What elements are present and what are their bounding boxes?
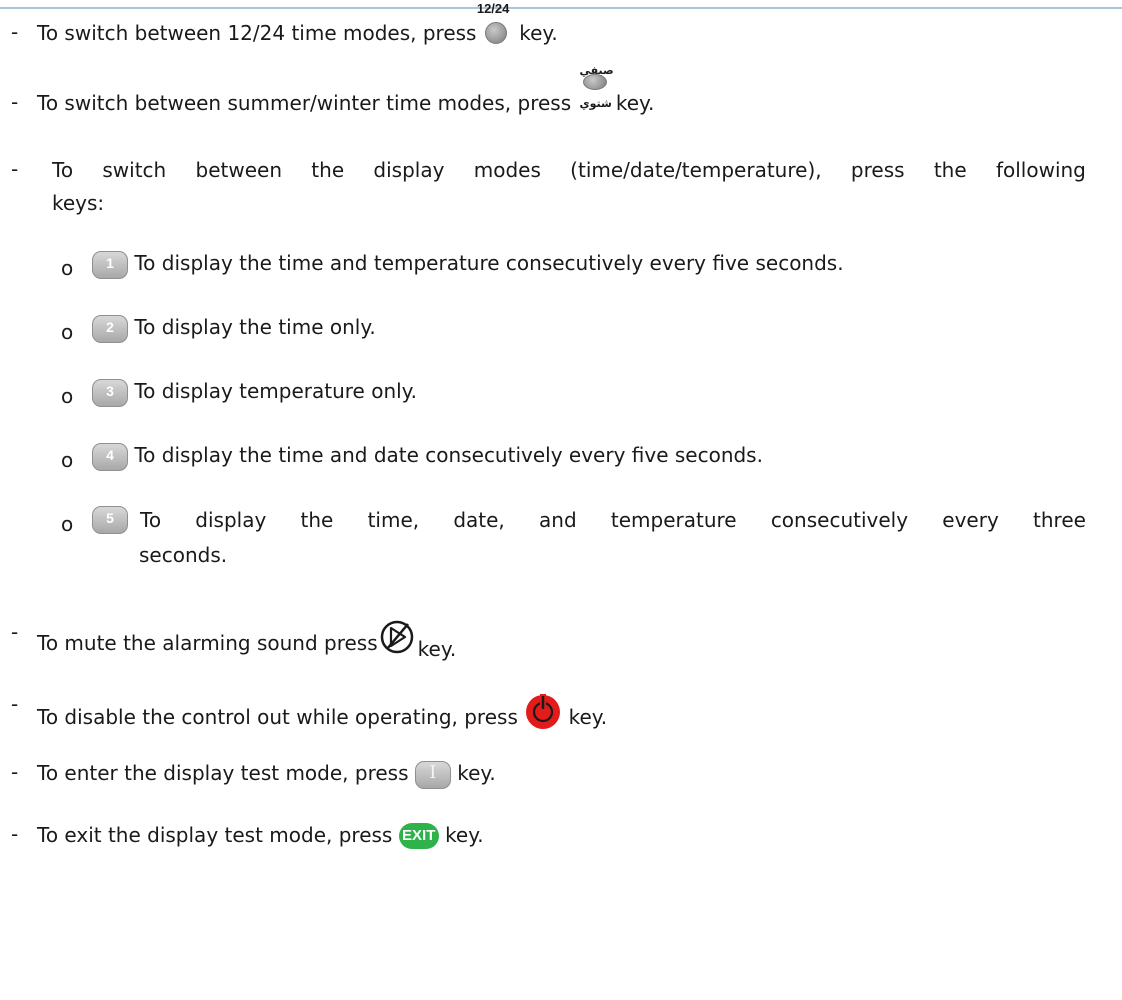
key-1-icon: 1 [92,251,128,279]
instruction-mute: To mute the alarming sound press key. [37,620,456,661]
exit-key-icon: EXIT [398,823,439,849]
instruction-test-exit: To exit the display test mode, press EXI… [37,823,484,849]
key-12-24: 12/24 [477,1,513,44]
key-5-icon: 5 [92,506,128,534]
bullet-dash: - [11,822,19,846]
instruction-disable: To disable the control out while operati… [37,692,607,730]
bullet-dash: - [11,90,19,114]
sub-bullet: o [61,512,74,536]
sub-bullet: o [61,448,74,472]
instruction-summer-winter: To switch between summer/winter time mod… [37,64,654,116]
instruction-display-modes-cont: keys: [52,191,105,215]
sub-item-3: 3 To display temperature only. [92,378,417,407]
sub-item-1: 1 To display the time and temperature co… [92,250,844,279]
power-icon [524,692,562,729]
instruction-test-enter: To enter the display test mode, press I … [37,760,496,789]
sub-item-5-cont: seconds. [139,543,228,567]
sub-item-4: 4 To display the time and date consecuti… [92,442,763,471]
key-12-24-label: 12/24 [476,1,510,16]
key-2-icon: 2 [92,315,128,343]
bullet-dash: - [11,20,19,44]
gray-round-key-icon [484,22,507,44]
sub-item-5: 5 To display the time, date, and tempera… [92,506,1086,534]
key-i-icon: I [414,761,451,789]
mute-icon [378,620,418,654]
bullet-dash: - [11,692,19,716]
sub-bullet: o [61,384,74,408]
winter-label: شتوي [579,97,612,110]
key-4-icon: 4 [92,443,128,471]
sub-bullet: o [61,256,74,280]
instruction-display-modes: To switch between the display modes (tim… [52,158,1086,182]
bullet-dash: - [11,760,19,784]
sub-bullet: o [61,320,74,344]
top-rule [0,7,1122,9]
bullet-dash: - [11,620,19,644]
key-summer-winter: صيفي شتوي [577,64,613,112]
gray-round-key-icon [583,74,608,90]
key-3-icon: 3 [92,379,128,407]
bullet-dash: - [11,157,19,181]
sub-item-2: 2 To display the time only. [92,314,376,343]
instruction-12-24: To switch between 12/24 time modes, pres… [37,1,558,46]
